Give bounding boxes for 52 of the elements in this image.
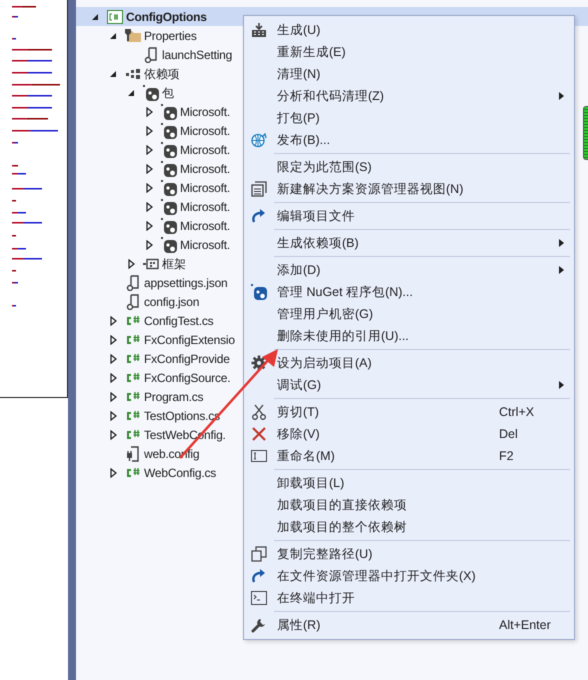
- tree-item-label: 包: [162, 84, 174, 102]
- tree-item-label: FxConfigExtensio: [144, 332, 235, 348]
- menu-item-label: 管理用户机密(G): [277, 306, 374, 323]
- menu-item-label: 在文件资源管理器中打开文件夹(X): [277, 568, 477, 585]
- tree-item-label: Microsoft.: [180, 180, 230, 196]
- tree-item-label: 框架: [162, 256, 186, 272]
- menu-item-label: 重新生成(E): [277, 44, 347, 61]
- tree-item-label: Properties: [144, 28, 197, 44]
- tree-item-label: ConfigOptions: [126, 8, 207, 26]
- tree-item-label: Microsoft.: [180, 236, 230, 254]
- tree-item-label: ConfigTest.cs: [144, 312, 214, 330]
- menu-item-label: 分析和代码清理(Z): [277, 88, 385, 105]
- tree-item-label: FxConfigProvide: [144, 350, 230, 368]
- menu-item-label: 打包(P): [277, 110, 321, 127]
- menu-item-label: 新建解决方案资源管理器视图(N): [277, 180, 464, 198]
- tree-item-label: Microsoft.: [180, 218, 230, 234]
- menu-item-label: 调试(G): [277, 376, 322, 394]
- shortcut-label: Del: [499, 426, 518, 443]
- menu-item-label: 设为启动项目(A): [277, 354, 373, 372]
- shortcut-label: F2: [499, 448, 514, 465]
- menu-item-label: 管理 NuGet 程序包(N)...: [277, 284, 414, 301]
- tree-item-label: Microsoft.: [180, 104, 230, 120]
- tree-item-label: launchSetting: [162, 46, 232, 64]
- menu-item-label: 生成(U): [277, 22, 322, 39]
- tree-item-label: Microsoft.: [180, 160, 230, 178]
- menu-item-label: 属性(R): [277, 616, 322, 634]
- tree-item-label: Microsoft.: [180, 142, 230, 158]
- menu-item-label: 加载项目的整个依赖树: [277, 518, 408, 536]
- menu-item-label: 添加(D): [277, 262, 322, 279]
- shortcut-label: Ctrl+X: [499, 404, 534, 421]
- menu-item-label: 在终端中打开: [277, 590, 356, 607]
- menu-item-label: 剪切(T): [277, 404, 320, 421]
- menu-item-label: 卸载项目(L): [277, 474, 346, 492]
- menu-item-label: 生成依赖项(B): [277, 234, 360, 252]
- tree-item-label: FxConfigSource.: [144, 370, 230, 386]
- menu-item-label: 限定为此范围(S): [277, 158, 373, 176]
- tree-item-label: Microsoft.: [180, 198, 230, 216]
- menu-item-label: 加载项目的直接依赖项: [277, 496, 408, 514]
- menu-item-label: 重命名(M): [277, 448, 336, 465]
- tree-item-label: Program.cs: [144, 388, 204, 406]
- tree-item-label: appsettings.json: [144, 274, 228, 292]
- tree-item-label: config.json: [144, 294, 200, 310]
- tree-item-label: WebConfig.cs: [144, 464, 216, 482]
- menu-item-label: 发布(B)...: [277, 132, 332, 149]
- menu-item-label: 编辑项目文件: [277, 208, 356, 225]
- menu-item-label: 移除(V): [277, 426, 321, 443]
- tree-item-label: 依赖项: [144, 66, 180, 82]
- shortcut-label: Alt+Enter: [499, 616, 551, 634]
- menu-item-label: 复制完整路径(U): [277, 546, 374, 563]
- menu-item-label: 清理(N): [277, 66, 322, 83]
- menu-item-label: 删除未使用的引用(U)...: [277, 328, 410, 345]
- tree-item-label: Microsoft.: [180, 122, 230, 140]
